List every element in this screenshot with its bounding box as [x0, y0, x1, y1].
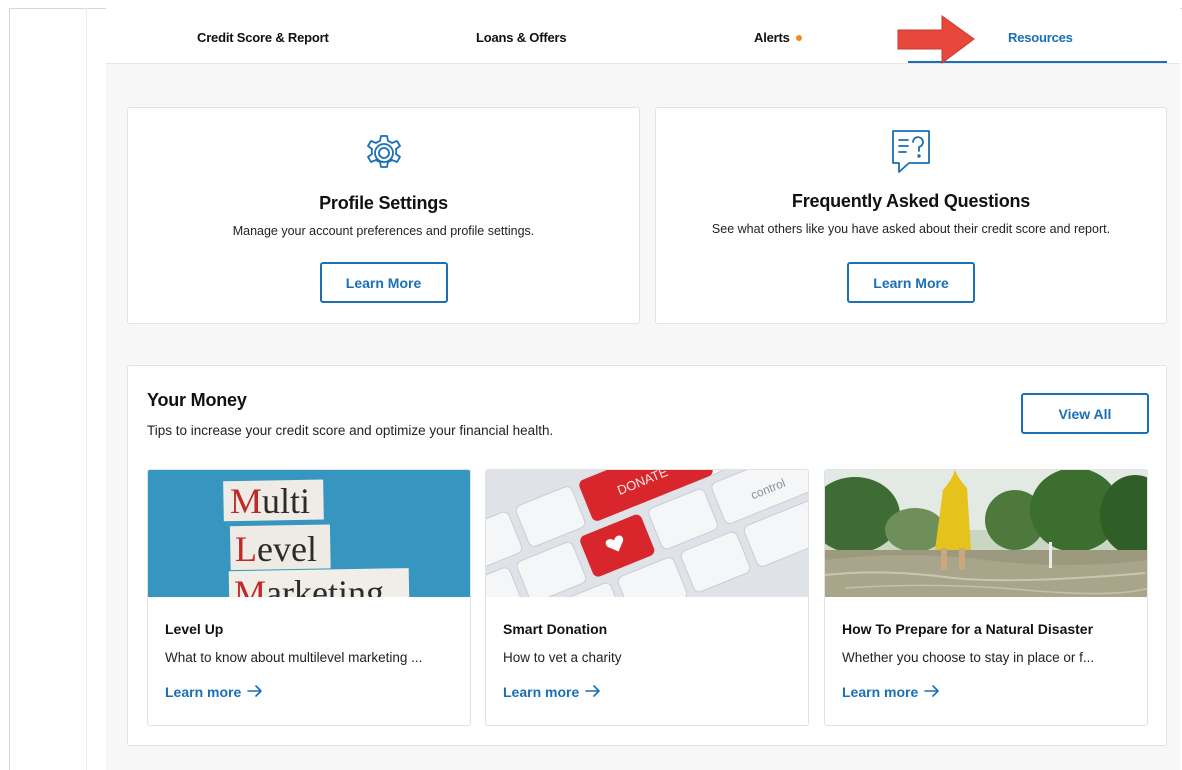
tab-label: Loans & Offers — [476, 30, 567, 45]
faq-chat-icon — [888, 127, 934, 177]
article-card-smart-donation[interactable]: DONATE control Smart Donation How to vet… — [485, 469, 809, 726]
svg-text:M: M — [234, 573, 266, 597]
arrow-right-icon — [585, 684, 601, 700]
card-description: Manage your account preferences and prof… — [232, 224, 535, 238]
card-description: See what others like you have asked abou… — [711, 222, 1111, 236]
tab-credit-score-report[interactable]: Credit Score & Report — [197, 30, 329, 45]
section-subtitle: Tips to increase your credit score and o… — [147, 423, 554, 438]
left-gutter — [86, 8, 87, 770]
link-label: Learn more — [842, 684, 919, 700]
flood-raincoat-image — [825, 470, 1147, 597]
faq-card: Frequently Asked Questions See what othe… — [655, 107, 1167, 324]
gear-icon — [361, 128, 407, 176]
profile-learn-more-button[interactable]: Learn More — [319, 262, 448, 303]
svg-text:M: M — [230, 481, 262, 521]
annotation-arrow-icon — [895, 12, 980, 68]
article-learn-more-link[interactable]: Learn more — [503, 684, 601, 700]
card-title: Frequently Asked Questions — [791, 191, 1031, 211]
article-description: What to know about multilevel marketing … — [165, 650, 423, 665]
link-label: Learn more — [503, 684, 580, 700]
article-card-natural-disaster[interactable]: How To Prepare for a Natural Disaster Wh… — [824, 469, 1148, 726]
tab-alerts[interactable]: Alerts — [754, 30, 802, 45]
arrow-right-icon — [247, 684, 263, 700]
tab-loans-offers[interactable]: Loans & Offers — [476, 30, 567, 45]
article-title: Level Up — [165, 621, 224, 637]
article-learn-more-link[interactable]: Learn more — [165, 684, 263, 700]
link-label: Learn more — [165, 684, 242, 700]
donate-keyboard-image: DONATE control — [486, 470, 808, 597]
tab-label: Alerts — [754, 30, 790, 45]
article-description: How to vet a charity — [503, 650, 622, 665]
faq-learn-more-button[interactable]: Learn More — [847, 262, 975, 303]
card-title: Profile Settings — [319, 193, 448, 213]
article-title: How To Prepare for a Natural Disaster — [842, 621, 1094, 637]
multi-level-marketing-image: Multi Level Marketing M L M — [148, 470, 470, 597]
alert-notification-dot — [795, 34, 802, 41]
your-money-section: Your Money Tips to increase your credit … — [127, 365, 1167, 746]
article-card-level-up[interactable]: Multi Level Marketing M L M Level Up Wha — [147, 469, 471, 726]
tab-label: Credit Score & Report — [197, 30, 329, 45]
page-content: Credit Score & Report Loans & Offers Ale… — [106, 8, 1180, 770]
tab-resources[interactable]: Resources — [1008, 30, 1073, 45]
article-description: Whether you choose to stay in place or f… — [842, 650, 1095, 665]
article-title: Smart Donation — [503, 621, 608, 637]
tab-label: Resources — [1008, 30, 1073, 45]
view-all-button[interactable]: View All — [1021, 393, 1149, 434]
section-title: Your Money — [147, 390, 247, 410]
profile-settings-card: Profile Settings Manage your account pre… — [127, 107, 640, 324]
article-learn-more-link[interactable]: Learn more — [842, 684, 940, 700]
svg-text:L: L — [235, 529, 257, 569]
top-navigation: Credit Score & Report Loans & Offers Ale… — [106, 8, 1180, 64]
arrow-right-icon — [924, 684, 940, 700]
